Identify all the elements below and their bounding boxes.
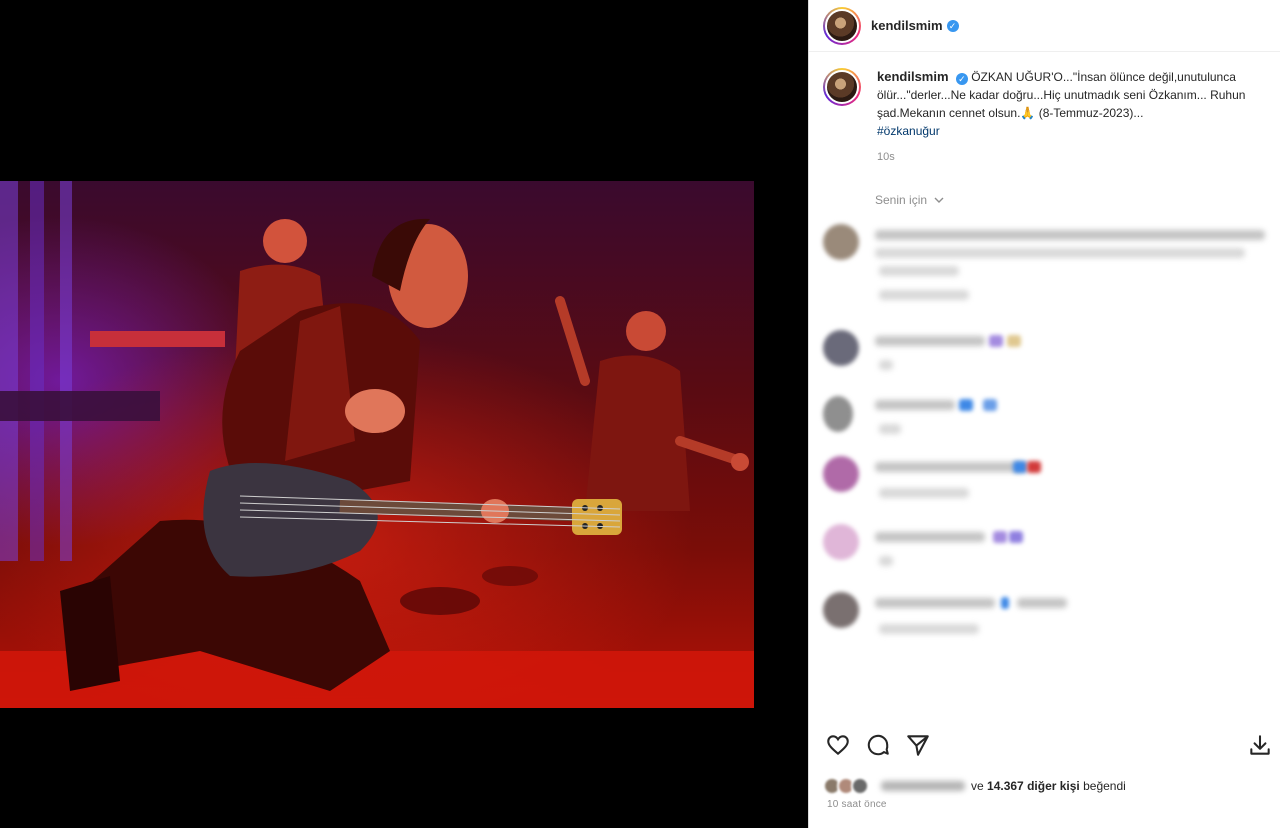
caption-hashtag[interactable]: #özkanuğur: [877, 122, 1277, 140]
caption: kendilsmim ✓ ÖZKAN UĞUR'O..."İnsan ölünc…: [877, 68, 1277, 166]
verified-badge-icon: ✓: [946, 19, 959, 32]
likes-summary[interactable]: ve 14.367 diğer kişi beğendi: [823, 776, 1273, 796]
caption-verified-badge-icon: ✓: [955, 73, 968, 85]
comment-avatar[interactable]: [823, 592, 859, 628]
heart-icon[interactable]: [825, 732, 851, 758]
post-photo[interactable]: [0, 181, 754, 708]
comment-item: [823, 524, 1273, 584]
author-username[interactable]: kendilsmim: [871, 18, 943, 33]
comment-sort-label: Senin için: [875, 193, 928, 207]
comment-item: [823, 330, 1273, 390]
download-icon[interactable]: [1247, 732, 1273, 758]
caption-author-avatar[interactable]: [823, 68, 861, 106]
paper-plane-icon[interactable]: [905, 732, 931, 758]
caption-block: kendilsmim ✓ ÖZKAN UĞUR'O..."İnsan ölünc…: [823, 68, 1279, 166]
post-side-panel: kendilsmim ✓ kendilsmim ✓ ÖZKAN UĞUR'O..…: [808, 0, 1280, 828]
concert-photo-illustration: [0, 181, 754, 708]
post-media-area: [0, 0, 808, 828]
action-bar: [823, 730, 1273, 760]
liker-name-blurred: [881, 781, 965, 791]
liker-avatars: [823, 777, 879, 795]
comment-avatar[interactable]: [823, 224, 859, 260]
comment-avatar[interactable]: [823, 396, 853, 432]
author-avatar[interactable]: [823, 6, 861, 45]
comment-item: [823, 224, 1273, 300]
caption-timestamp: 10s: [877, 151, 895, 163]
comment-avatar[interactable]: [823, 456, 859, 492]
post-timestamp: 10 saat önce: [827, 799, 887, 810]
likes-text: ve 14.367 diğer kişi beğendi: [971, 779, 1126, 793]
caption-username[interactable]: kendilsmim: [877, 69, 949, 84]
comment-avatar[interactable]: [823, 330, 859, 366]
chevron-down-icon: [934, 197, 944, 203]
comment-item: [823, 456, 1273, 516]
likes-count[interactable]: 14.367 diğer kişi: [987, 779, 1080, 793]
comment-sort-selector[interactable]: Senin için: [875, 193, 945, 207]
comment-avatar[interactable]: [823, 524, 859, 560]
post-header: kendilsmim ✓: [809, 0, 1280, 52]
comment-item: [823, 396, 1273, 456]
comment-bubble-icon[interactable]: [865, 732, 891, 758]
comment-item: [823, 592, 1273, 652]
